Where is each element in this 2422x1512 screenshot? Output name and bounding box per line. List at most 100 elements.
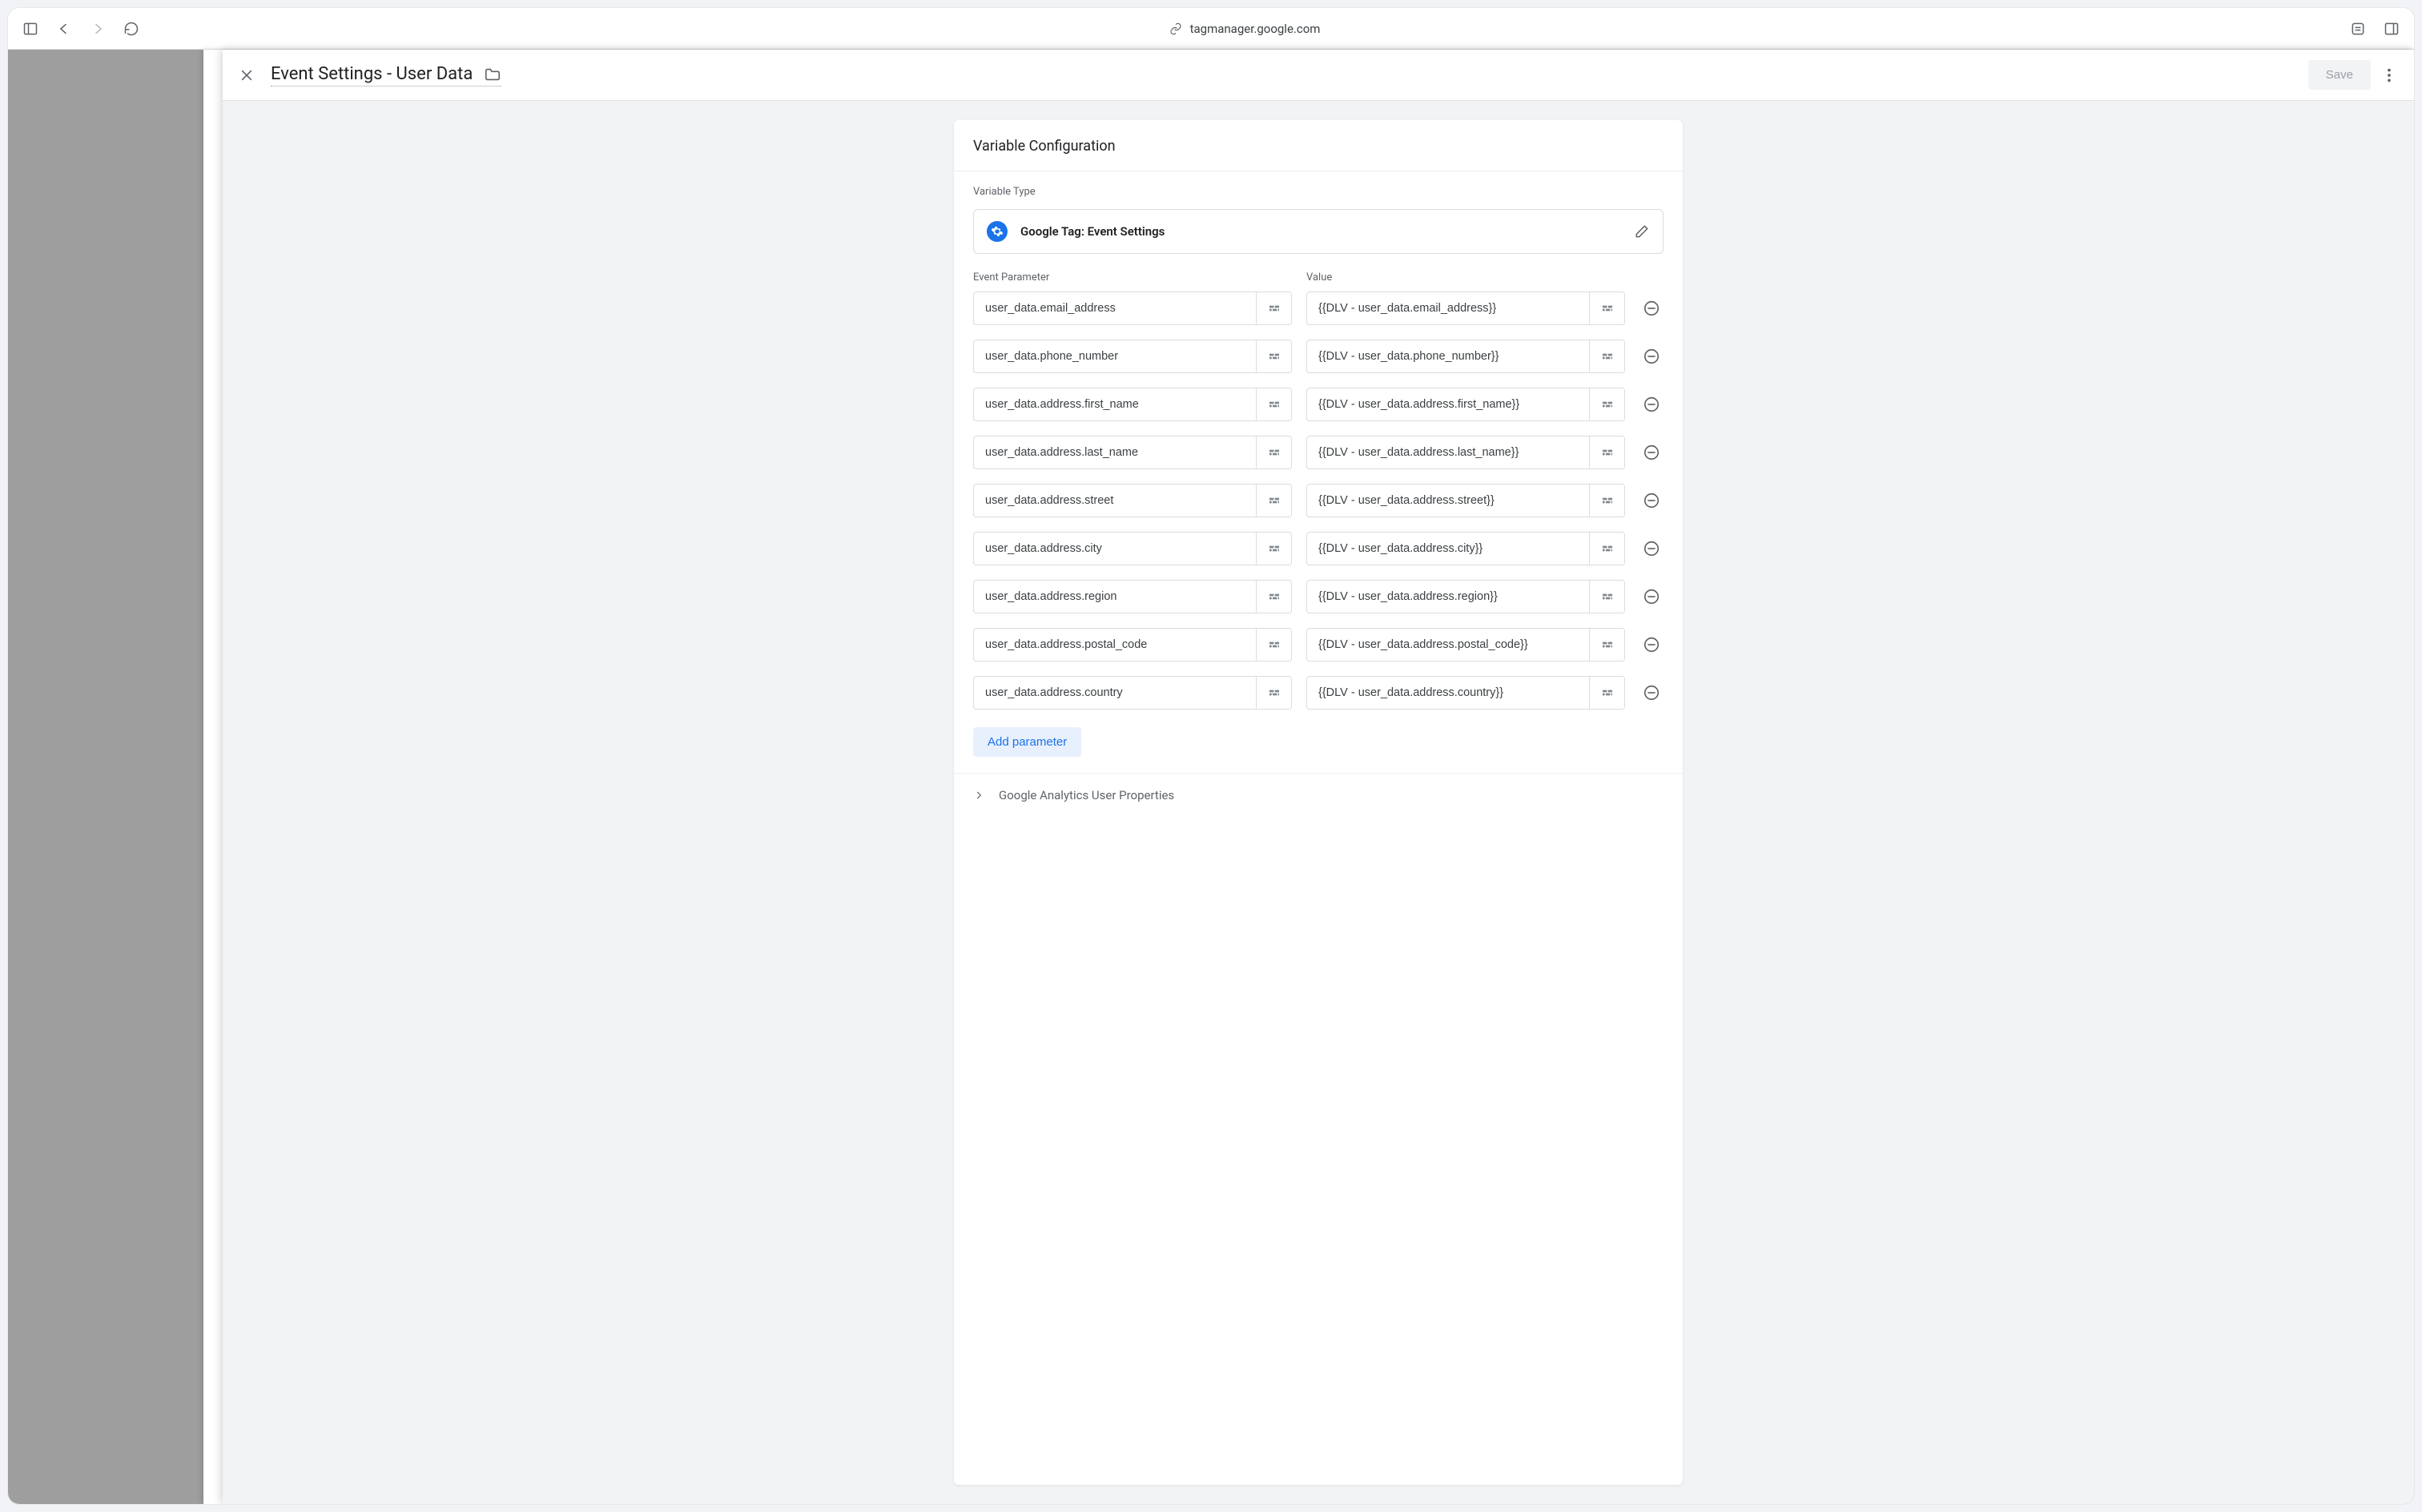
remove-row-icon[interactable] (1639, 347, 1664, 366)
param-name-field (973, 388, 1292, 421)
gear-icon (987, 221, 1008, 242)
save-button[interactable]: Save (2308, 60, 2371, 90)
forward-icon (90, 21, 106, 37)
parameter-row (973, 292, 1664, 325)
param-name-input[interactable] (974, 629, 1256, 661)
variable-picker-icon[interactable] (1589, 677, 1624, 709)
param-name-input[interactable] (974, 677, 1256, 709)
param-value-input[interactable] (1307, 388, 1589, 420)
variable-type-selector[interactable]: Google Tag: Event Settings (973, 209, 1664, 254)
parameter-row (973, 532, 1664, 565)
parameter-row (973, 340, 1664, 373)
param-name-input[interactable] (974, 436, 1256, 468)
remove-row-icon[interactable] (1639, 395, 1664, 414)
remove-row-icon[interactable] (1639, 299, 1664, 318)
param-name-input[interactable] (974, 485, 1256, 517)
param-value-field (1306, 628, 1625, 662)
link-icon (1169, 22, 1182, 35)
variable-picker-icon[interactable] (1256, 533, 1291, 565)
back-icon[interactable] (56, 21, 72, 37)
param-value-input[interactable] (1307, 436, 1589, 468)
param-name-field (973, 436, 1292, 469)
variable-picker-icon[interactable] (1256, 436, 1291, 468)
sidebar-toggle-icon[interactable] (22, 21, 38, 37)
variable-picker-icon[interactable] (1256, 581, 1291, 613)
param-name-input[interactable] (974, 292, 1256, 324)
param-value-field (1306, 676, 1625, 710)
param-name-input[interactable] (974, 533, 1256, 565)
variable-picker-icon[interactable] (1256, 485, 1291, 517)
parameter-row (973, 676, 1664, 710)
param-value-input[interactable] (1307, 581, 1589, 613)
browser-toolbar: tagmanager.google.com (8, 8, 2414, 50)
user-properties-section[interactable]: Google Analytics User Properties (954, 773, 1683, 817)
variable-editor-panel: Event Settings - User Data Save Variable… (223, 50, 2414, 1504)
remove-row-icon[interactable] (1639, 635, 1664, 654)
param-name-field (973, 676, 1292, 710)
param-value-input[interactable] (1307, 629, 1589, 661)
variable-picker-icon[interactable] (1589, 581, 1624, 613)
param-name-field (973, 580, 1292, 613)
folder-icon[interactable] (484, 66, 501, 82)
collapsible-label: Google Analytics User Properties (999, 788, 1174, 802)
variable-picker-icon[interactable] (1256, 292, 1291, 324)
column-header-param: Event Parameter (973, 271, 1292, 284)
variable-picker-icon[interactable] (1589, 629, 1624, 661)
variable-type-label: Variable Type (973, 186, 1664, 198)
variable-picker-icon[interactable] (1589, 340, 1624, 372)
variable-picker-icon[interactable] (1589, 533, 1624, 565)
variable-type-name: Google Tag: Event Settings (1020, 224, 1165, 239)
remove-row-icon[interactable] (1639, 443, 1664, 462)
variable-picker-icon[interactable] (1256, 629, 1291, 661)
column-header-value: Value (1306, 271, 1625, 284)
param-value-input[interactable] (1307, 340, 1589, 372)
address-bar[interactable]: tagmanager.google.com (157, 22, 2332, 36)
param-name-input[interactable] (974, 340, 1256, 372)
parameter-row (973, 436, 1664, 469)
param-value-input[interactable] (1307, 677, 1589, 709)
param-value-field (1306, 388, 1625, 421)
parameter-row (973, 484, 1664, 517)
parameter-row (973, 388, 1664, 421)
param-value-input[interactable] (1307, 533, 1589, 565)
stacked-icon[interactable] (2350, 21, 2366, 37)
variable-picker-icon[interactable] (1256, 340, 1291, 372)
param-value-field (1306, 436, 1625, 469)
param-name-field (973, 340, 1292, 373)
edit-icon[interactable] (1634, 223, 1650, 239)
reload-icon[interactable] (123, 21, 139, 37)
variable-picker-icon[interactable] (1589, 436, 1624, 468)
param-name-field (973, 484, 1292, 517)
param-value-input[interactable] (1307, 292, 1589, 324)
panel-title[interactable]: Event Settings - User Data (271, 64, 473, 84)
param-value-field (1306, 580, 1625, 613)
url-text: tagmanager.google.com (1190, 22, 1321, 36)
close-icon[interactable] (239, 67, 255, 83)
param-value-field (1306, 340, 1625, 373)
variable-picker-icon[interactable] (1256, 388, 1291, 420)
param-value-input[interactable] (1307, 485, 1589, 517)
variable-picker-icon[interactable] (1589, 388, 1624, 420)
param-name-input[interactable] (974, 388, 1256, 420)
param-value-field (1306, 292, 1625, 325)
param-name-field (973, 292, 1292, 325)
param-value-field (1306, 532, 1625, 565)
param-name-input[interactable] (974, 581, 1256, 613)
add-parameter-button[interactable]: Add parameter (973, 727, 1081, 757)
more-menu-icon[interactable] (2380, 66, 2398, 84)
variable-config-card: Variable Configuration Variable Type Goo… (954, 120, 1683, 1485)
chevron-right-icon (973, 790, 984, 801)
panels-icon[interactable] (2384, 21, 2400, 37)
variable-picker-icon[interactable] (1256, 677, 1291, 709)
remove-row-icon[interactable] (1639, 539, 1664, 558)
param-name-field (973, 628, 1292, 662)
variable-picker-icon[interactable] (1589, 485, 1624, 517)
parameter-row (973, 628, 1664, 662)
param-name-field (973, 532, 1292, 565)
variable-picker-icon[interactable] (1589, 292, 1624, 324)
remove-row-icon[interactable] (1639, 683, 1664, 702)
remove-row-icon[interactable] (1639, 491, 1664, 510)
parameter-row (973, 580, 1664, 613)
card-title: Variable Configuration (954, 120, 1683, 171)
remove-row-icon[interactable] (1639, 587, 1664, 606)
